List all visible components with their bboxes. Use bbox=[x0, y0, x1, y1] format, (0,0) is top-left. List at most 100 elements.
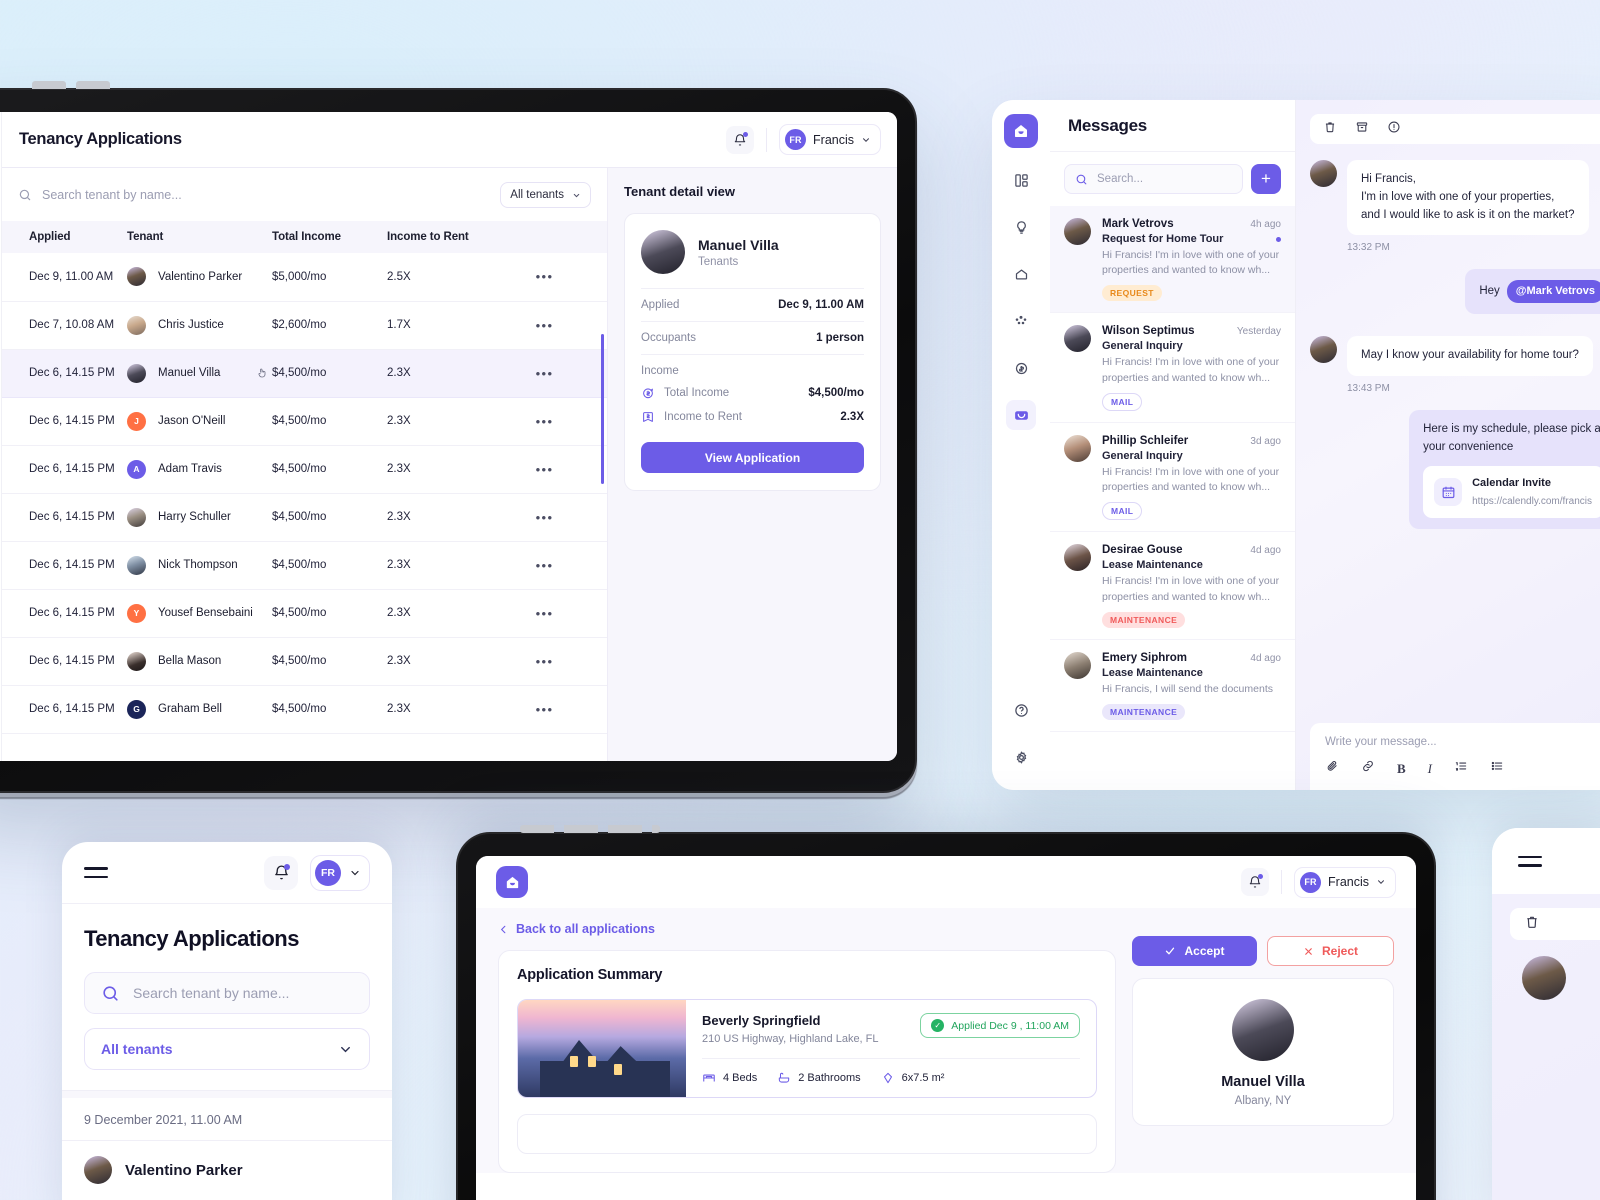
app-logo-icon[interactable] bbox=[496, 866, 528, 898]
hamburger-icon[interactable] bbox=[84, 867, 108, 878]
row-actions-button[interactable]: ••• bbox=[482, 397, 607, 446]
tablet-main-screen: Tenancy Applications FR Francis Search t… bbox=[0, 112, 897, 761]
archive-icon[interactable] bbox=[1355, 120, 1369, 139]
row-actions-button[interactable]: ••• bbox=[482, 349, 607, 398]
chat-bubble-text: Here is my schedule, please pick at your … bbox=[1423, 423, 1600, 454]
avatar bbox=[1064, 651, 1091, 679]
application-summary-card: Application Summary Beverly Springfield … bbox=[498, 950, 1116, 1173]
table-row[interactable]: Dec 6, 14.15 PM Bella Mason $4,500/mo 2.3X •… bbox=[2, 637, 607, 686]
subject: Lease Maintenance bbox=[1102, 666, 1203, 679]
search-input[interactable]: Search tenant by name... bbox=[84, 972, 370, 1014]
bullet-list-icon[interactable] bbox=[1490, 759, 1504, 778]
user-menu-button[interactable]: FR Francis bbox=[1294, 866, 1396, 898]
sidebar-item-payments[interactable] bbox=[1006, 353, 1036, 383]
row-actions-button[interactable]: ••• bbox=[482, 589, 607, 638]
app-logo-icon[interactable] bbox=[1004, 114, 1038, 148]
row-actions-button[interactable]: ••• bbox=[482, 493, 607, 542]
ordered-list-icon[interactable] bbox=[1454, 759, 1468, 778]
table-row[interactable]: Dec 6, 14.15 PM Harry Schuller $4,500/mo 2.… bbox=[2, 493, 607, 542]
bold-icon[interactable]: B bbox=[1397, 761, 1406, 777]
sidebar-item-tenants[interactable] bbox=[1006, 306, 1036, 336]
col-tenant: Tenant bbox=[127, 221, 272, 253]
avatar bbox=[1064, 218, 1091, 245]
search-input[interactable]: Search tenant by name... bbox=[18, 188, 490, 202]
cell-total-income: $4,500/mo bbox=[272, 397, 387, 446]
user-menu-button[interactable]: FR Francis bbox=[779, 124, 881, 155]
sidebar-item-dashboard[interactable] bbox=[1006, 165, 1036, 195]
chat-message-outgoing: Here is my schedule, please pick at your … bbox=[1310, 410, 1600, 530]
notification-bell-button[interactable] bbox=[726, 125, 755, 154]
sidebar-item-properties[interactable] bbox=[1006, 259, 1036, 289]
conversation-item[interactable]: Wilson Septimus Yesterday General Inquiry H… bbox=[1050, 313, 1295, 423]
search-placeholder: Search tenant by name... bbox=[133, 985, 290, 1001]
back-link-label: Back to all applications bbox=[516, 922, 655, 936]
mention-chip[interactable]: @Mark Vetrovs bbox=[1506, 280, 1600, 304]
tenant-filter-dropdown[interactable]: All tenants bbox=[84, 1028, 370, 1070]
cell-income-to-rent: 2.3X bbox=[387, 397, 482, 446]
calendar-attachment-card[interactable]: Calendar Invite https://calendly.com/fra… bbox=[1423, 465, 1600, 519]
table-row[interactable]: Dec 6, 14.15 PM G Graham Bell $4,500/mo 2.3X… bbox=[2, 685, 607, 734]
list-item[interactable]: Valentino Parker bbox=[62, 1141, 392, 1184]
cell-income-to-rent: 2.3X bbox=[387, 349, 482, 398]
row-actions-button[interactable]: ••• bbox=[482, 685, 607, 734]
accept-button[interactable]: Accept bbox=[1132, 936, 1257, 966]
page-title: Tenancy Applications bbox=[19, 130, 182, 148]
notification-dot bbox=[1258, 874, 1264, 879]
summary-placeholder-row bbox=[517, 1114, 1097, 1154]
sidebar-item-help[interactable] bbox=[1006, 695, 1036, 725]
sidebar-item-insights[interactable] bbox=[1006, 212, 1036, 242]
cell-total-income: $4,500/mo bbox=[272, 637, 387, 686]
conversation-item[interactable]: Emery Siphrom 4d ago Lease Maintenance Hi F… bbox=[1050, 640, 1295, 732]
accept-label: Accept bbox=[1184, 944, 1225, 958]
table-row[interactable]: Dec 6, 14.15 PM Nick Thompson $4,500/mo 2.3… bbox=[2, 541, 607, 590]
view-application-button[interactable]: View Application bbox=[641, 442, 864, 473]
attachment-icon[interactable] bbox=[1325, 759, 1339, 778]
user-menu-button[interactable]: FR bbox=[310, 854, 370, 891]
cell-applied: Dec 6, 14.15 PM bbox=[2, 397, 127, 446]
check-icon bbox=[1166, 947, 1175, 955]
sidebar-item-messages[interactable] bbox=[1006, 400, 1036, 430]
property-name: Beverly Springfield bbox=[702, 1013, 821, 1028]
property-card[interactable]: Beverly Springfield 210 US Highway, High… bbox=[517, 999, 1097, 1098]
bottom-content: Back to all applications Application Sum… bbox=[476, 908, 1416, 1173]
cell-total-income: $5,000/mo bbox=[272, 253, 387, 302]
hamburger-icon[interactable] bbox=[1518, 855, 1542, 867]
row-actions-button[interactable]: ••• bbox=[482, 637, 607, 686]
trash-icon[interactable] bbox=[1323, 120, 1337, 139]
conversation-item[interactable]: Desirae Gouse 4d ago Lease Maintenance Hi F… bbox=[1050, 532, 1295, 640]
table-row[interactable]: Dec 6, 14.15 PM A Adam Travis $4,500/mo 2.3X… bbox=[2, 445, 607, 494]
italic-icon[interactable]: I bbox=[1428, 761, 1432, 777]
window-light bbox=[614, 1064, 622, 1075]
tenant-profile-card: Manuel Villa Albany, NY bbox=[1132, 978, 1394, 1126]
info-icon[interactable] bbox=[1387, 120, 1401, 139]
back-to-applications-link[interactable]: Back to all applications bbox=[498, 922, 1116, 936]
vertical-scrollbar[interactable] bbox=[601, 334, 604, 484]
reject-button[interactable]: Reject bbox=[1267, 936, 1394, 966]
notification-bell-button[interactable] bbox=[264, 855, 298, 890]
cell-applied: Dec 6, 14.15 PM bbox=[2, 685, 127, 734]
row-actions-button[interactable]: ••• bbox=[482, 301, 607, 350]
cell-income-to-rent: 2.3X bbox=[387, 685, 482, 734]
tenant-filter-dropdown[interactable]: All tenants bbox=[500, 182, 591, 208]
row-actions-button[interactable]: ••• bbox=[482, 541, 607, 590]
message-composer[interactable]: Write your message... B I bbox=[1310, 723, 1600, 790]
notification-bell-button[interactable] bbox=[1241, 868, 1270, 896]
subject: Request for Home Tour bbox=[1102, 233, 1224, 245]
table-row[interactable]: Dec 6, 14.15 PM J Jason O'Neill $4,500/mo 2.… bbox=[2, 397, 607, 446]
sidebar-item-settings[interactable] bbox=[1006, 742, 1036, 772]
table-row[interactable]: Dec 9, 11.00 AM Valentino Parker $5,000/mo… bbox=[2, 253, 607, 302]
row-actions-button[interactable]: ••• bbox=[482, 253, 607, 302]
table-row[interactable]: Dec 6, 14.15 PM Manuel Villa $4,500/mo 2.3X… bbox=[2, 349, 607, 398]
avatar: FR bbox=[785, 129, 807, 150]
table-row[interactable]: Dec 6, 14.15 PM Y Yousef Bensebaini $4,500/… bbox=[2, 589, 607, 638]
conversation-item[interactable]: Phillip Schleifer 3d ago General Inquiry Hi… bbox=[1050, 423, 1295, 533]
dollar-refresh-icon bbox=[643, 388, 653, 399]
conversation-item[interactable]: Mark Vetrovs 4h ago Request for Home Tour H… bbox=[1050, 206, 1295, 314]
subject: General Inquiry bbox=[1102, 449, 1183, 462]
link-icon[interactable] bbox=[1361, 759, 1375, 778]
messages-search-input[interactable]: Search... bbox=[1064, 164, 1243, 194]
trash-icon[interactable] bbox=[1524, 914, 1540, 935]
row-actions-button[interactable]: ••• bbox=[482, 445, 607, 494]
table-row[interactable]: Dec 7, 10.08 AM Chris Justice $2,600/mo 1.7… bbox=[2, 301, 607, 350]
new-message-button[interactable]: + bbox=[1251, 164, 1281, 194]
